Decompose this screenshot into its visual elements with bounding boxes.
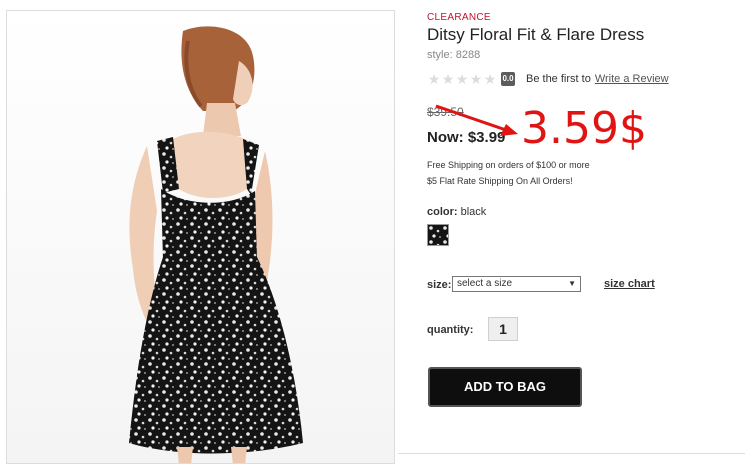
color-value: black: [460, 206, 487, 218]
divider: [398, 453, 745, 454]
quantity-label: quantity:: [427, 324, 474, 336]
size-label: size:: [427, 279, 452, 291]
color-label: color: black: [427, 206, 486, 218]
star-rating[interactable]: ★ ★ ★ ★ ★: [427, 71, 497, 87]
style-number: style: 8288: [427, 49, 481, 61]
star-icon[interactable]: ★: [483, 71, 497, 87]
add-to-bag-button[interactable]: ADD TO BAG: [428, 367, 582, 407]
star-icon[interactable]: ★: [455, 71, 469, 87]
swatch-pattern-icon: [428, 225, 448, 245]
rating-row: ★ ★ ★ ★ ★ 0.0 Be the first to Write a Re…: [427, 71, 669, 87]
size-chart-link[interactable]: size chart: [604, 278, 655, 290]
product-image[interactable]: [6, 10, 395, 464]
shipping-note-flat: $5 Flat Rate Shipping On All Orders!: [427, 176, 573, 186]
annotation-price: 3.59$: [521, 103, 647, 154]
shipping-note-free: Free Shipping on orders of $100 or more: [427, 160, 590, 170]
color-label-text: color:: [427, 206, 458, 218]
dress-photo: [7, 11, 394, 463]
write-review-link[interactable]: Write a Review: [595, 73, 669, 85]
chevron-down-icon: ▼: [568, 279, 576, 288]
review-prompt: Be the first to: [526, 73, 591, 85]
clearance-badge: CLEARANCE: [427, 12, 491, 23]
size-select-value: select a size: [457, 278, 513, 289]
color-swatch-black[interactable]: [427, 224, 449, 246]
star-icon[interactable]: ★: [441, 71, 455, 87]
quantity-input[interactable]: 1: [488, 317, 518, 341]
annotation-arrow-icon: [435, 104, 518, 136]
size-select[interactable]: select a size ▼: [452, 276, 581, 292]
star-icon[interactable]: ★: [469, 71, 483, 87]
product-title: Ditsy Floral Fit & Flare Dress: [427, 25, 645, 44]
rating-score-badge: 0.0: [501, 72, 515, 86]
star-icon[interactable]: ★: [427, 71, 441, 87]
